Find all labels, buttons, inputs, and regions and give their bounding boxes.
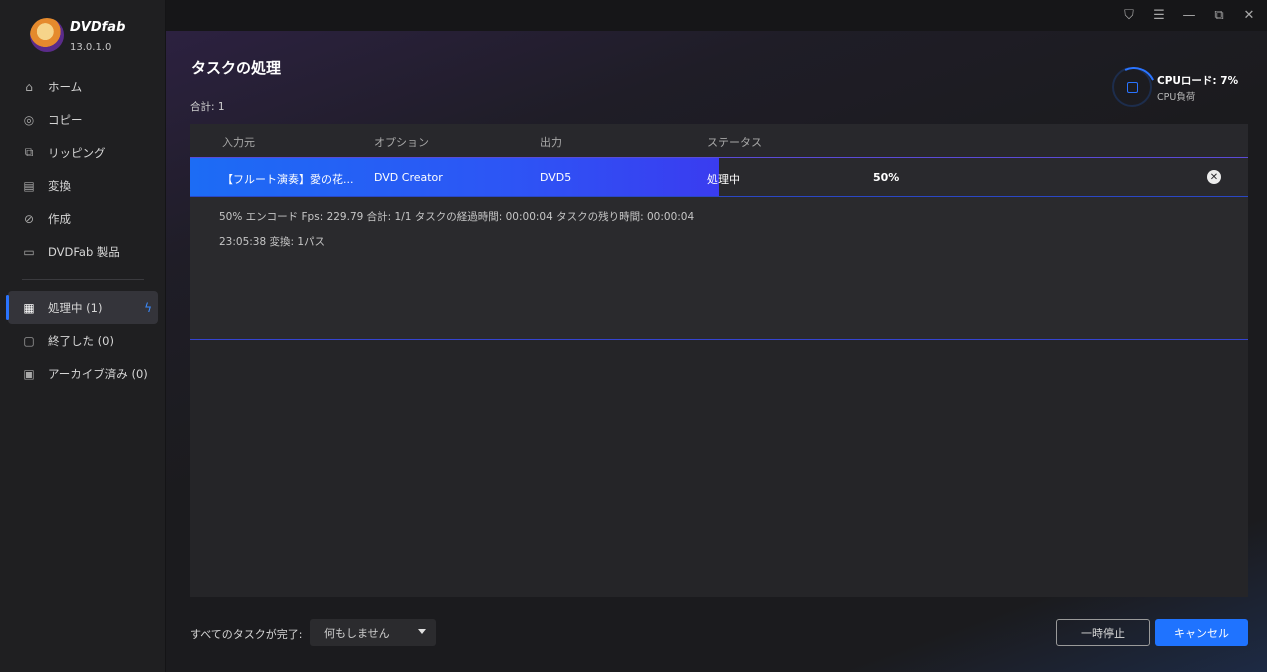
sidebar-item-label: DVDFab 製品 [48, 244, 120, 259]
window-controls: ⛉ ☰ — ⧉ ✕ [1119, 6, 1259, 24]
row-status: 処理中 [707, 173, 740, 186]
clipboard-icon: ▢ [23, 333, 35, 348]
column-header-status: ステータス [707, 136, 762, 149]
sidebar-item-processing[interactable]: ▦ 処理中 (1) ϟ [6, 291, 158, 324]
archive-icon: ▣ [23, 366, 35, 381]
column-header-source: 入力元 [222, 136, 255, 149]
sidebar-item-create[interactable]: ⊘ 作成 [0, 202, 166, 235]
sidebar-item-label: ホーム [48, 79, 83, 94]
sidebar: DVDfab 13.0.1.0 ⌂ ホーム ◎ コピー ⧉ リッピング ▤ 変換… [0, 0, 166, 672]
cpu-ring-icon [1112, 67, 1152, 107]
table-row[interactable]: 【フルート演奏】愛の花... DVD Creator DVD5 処理中 50% … [190, 157, 1248, 197]
sidebar-item-label: コピー [48, 112, 83, 127]
main-panel: タスクの処理 合計: 1 CPUロード: 7% CPU負荷 入力元 オプション … [166, 31, 1267, 672]
cpu-load-sub: CPU負荷 [1157, 92, 1196, 103]
minimize-icon[interactable]: — [1179, 6, 1199, 24]
sidebar-item-products[interactable]: ▭ DVDFab 製品 [0, 235, 166, 268]
app-brand: DVDfab [70, 20, 126, 35]
menu-icon[interactable]: ☰ [1149, 6, 1169, 24]
app-version: 13.0.1.0 [70, 42, 112, 53]
row-percent: 50% [873, 171, 900, 184]
cancel-button[interactable]: キャンセル [1155, 619, 1248, 646]
processing-icon: ▦ [23, 300, 35, 315]
after-tasks-label: すべてのタスクが完了: [190, 628, 303, 641]
sidebar-item-label: 終了した (0) [48, 333, 114, 348]
table-header: 入力元 オプション 出力 ステータス [190, 124, 1248, 157]
sidebar-item-convert[interactable]: ▤ 変換 [0, 169, 166, 202]
film-icon: ▤ [23, 178, 35, 193]
row-output: DVD5 [540, 171, 572, 184]
column-header-option: オプション [374, 136, 429, 149]
restore-icon[interactable]: ⧉ [1209, 6, 1229, 24]
detail-log-line: 23:05:38 変換: 1パス [219, 236, 326, 248]
task-table: 入力元 オプション 出力 ステータス 【フルート演奏】愛の花... DVD Cr… [190, 124, 1248, 597]
row-option: DVD Creator [374, 171, 443, 184]
after-tasks-select[interactable]: 何もしません [310, 619, 436, 646]
sidebar-item-finished[interactable]: ▢ 終了した (0) [0, 324, 166, 357]
sidebar-divider [22, 279, 144, 280]
row-source: 【フルート演奏】愛の花... [222, 173, 354, 186]
sidebar-item-label: アーカイブ済み (0) [48, 366, 148, 381]
detail-progress-line: 50% エンコード Fps: 229.79 合計: 1/1 タスクの経過時間: … [219, 211, 695, 223]
queue-nav: ▦ 処理中 (1) ϟ ▢ 終了した (0) ▣ アーカイブ済み (0) [0, 291, 166, 390]
dvdfab-logo-icon [30, 18, 64, 52]
remove-task-icon[interactable]: ✕ [1207, 170, 1221, 184]
task-total: 合計: 1 [190, 101, 225, 113]
after-tasks-value: 何もしません [324, 626, 390, 640]
copy-icon: ◎ [23, 112, 35, 127]
disc-icon: ⊘ [23, 211, 35, 226]
column-header-output: 出力 [540, 136, 562, 149]
task-details: 50% エンコード Fps: 229.79 合計: 1/1 タスクの経過時間: … [190, 197, 1248, 340]
pause-button[interactable]: 一時停止 [1056, 619, 1150, 646]
home-icon: ⌂ [25, 79, 33, 94]
cpu-load-widget: CPUロード: 7% CPU負荷 [1112, 67, 1262, 111]
close-icon[interactable]: ✕ [1239, 6, 1259, 24]
sidebar-item-label: 変換 [48, 178, 71, 193]
sidebar-item-label: 作成 [48, 211, 71, 226]
lightning-icon: ϟ [144, 300, 152, 315]
cpu-load-label: CPUロード: 7% [1157, 75, 1239, 87]
caret-down-icon [418, 629, 426, 634]
sidebar-item-archived[interactable]: ▣ アーカイブ済み (0) [0, 357, 166, 390]
sidebar-item-ripping[interactable]: ⧉ リッピング [0, 136, 166, 169]
page-title: タスクの処理 [191, 59, 282, 77]
cpu-chip-icon [1127, 82, 1138, 93]
main-nav: ⌂ ホーム ◎ コピー ⧉ リッピング ▤ 変換 ⊘ 作成 ▭ DVDFab 製… [0, 70, 166, 268]
sidebar-item-home[interactable]: ⌂ ホーム [0, 70, 166, 103]
ripping-icon: ⧉ [24, 145, 34, 159]
sidebar-item-label: 処理中 (1) [48, 300, 103, 315]
shirt-icon[interactable]: ⛉ [1119, 6, 1139, 24]
box-icon: ▭ [23, 244, 35, 259]
sidebar-item-copy[interactable]: ◎ コピー [0, 103, 166, 136]
title-bar: ⛉ ☰ — ⧉ ✕ [166, 0, 1267, 31]
sidebar-item-label: リッピング [48, 145, 106, 160]
